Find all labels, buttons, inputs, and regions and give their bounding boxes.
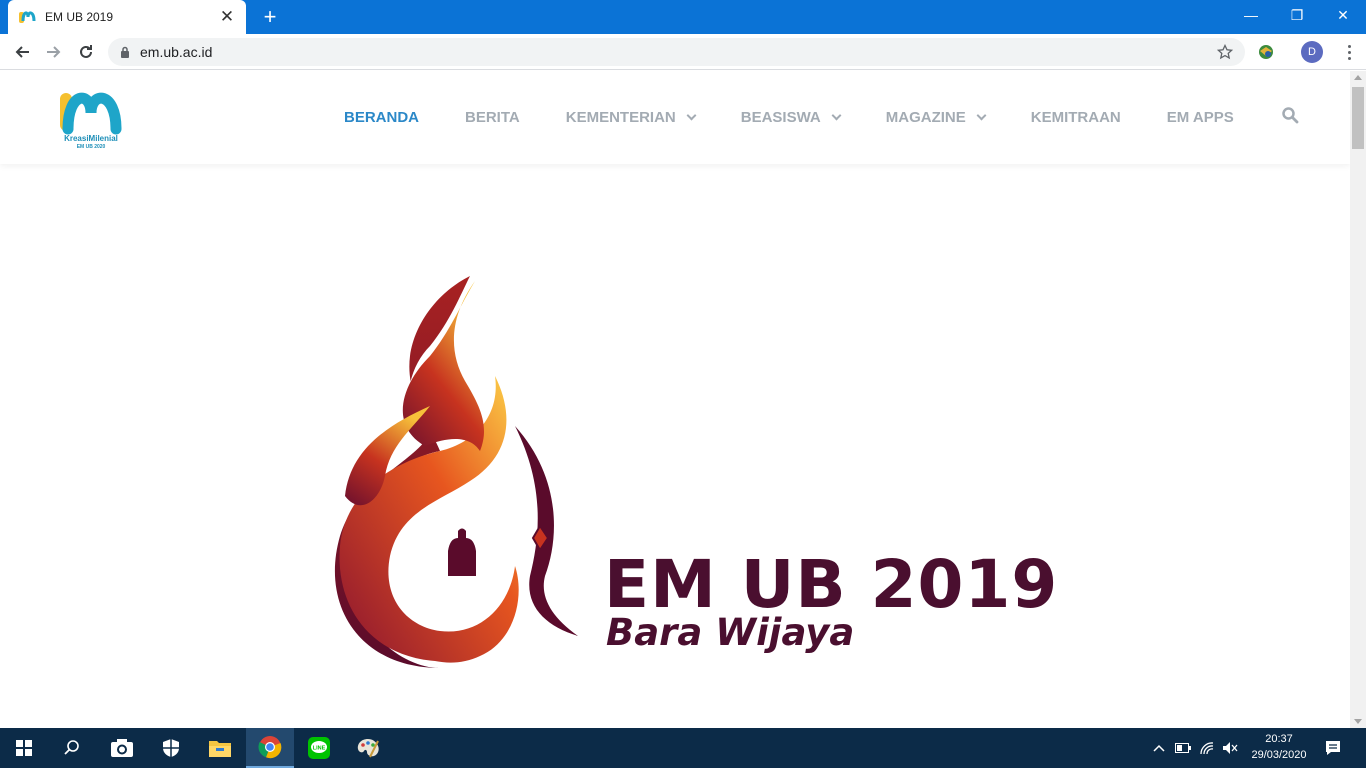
nav-item-em-apps[interactable]: EM APPS: [1167, 109, 1234, 126]
nav-item-kemitraan[interactable]: KEMITRAAN: [1031, 109, 1121, 126]
forward-button[interactable]: [40, 38, 68, 66]
bookmark-star-icon[interactable]: [1217, 44, 1233, 60]
site-logo[interactable]: KreasiMilenial EM UB 2020: [58, 91, 124, 151]
file-explorer-button[interactable]: [196, 728, 244, 768]
close-window-button[interactable]: ✕: [1320, 0, 1366, 30]
chrome-taskbar-button[interactable]: [246, 728, 294, 768]
kreasi-milenial-logo-icon: [60, 92, 122, 135]
profile-avatar[interactable]: D: [1301, 41, 1323, 63]
camera-icon: [111, 739, 133, 757]
nav-item-berita[interactable]: BERITA: [465, 109, 520, 126]
browser-titlebar: EM UB 2019 ✕ + — ❐ ✕: [0, 0, 1366, 34]
paint-app-button[interactable]: [344, 728, 392, 768]
taskbar-clock[interactable]: 20:37 29/03/2020: [1244, 731, 1314, 763]
wifi-icon: [1200, 742, 1214, 755]
new-tab-button[interactable]: +: [256, 3, 284, 31]
folder-icon: [209, 741, 231, 757]
show-hidden-icons-button[interactable]: [1150, 739, 1168, 757]
back-button[interactable]: [8, 38, 36, 66]
browser-menu-icon[interactable]: [1339, 40, 1359, 64]
nav-item-beasiswa[interactable]: BEASISWA: [741, 109, 842, 126]
chevron-up-icon: [1153, 744, 1165, 752]
svg-text:LINE: LINE: [313, 746, 326, 752]
chrome-icon: [258, 736, 282, 759]
browser-tab[interactable]: EM UB 2019 ✕: [8, 0, 246, 34]
notification-icon: [1326, 741, 1340, 755]
address-bar[interactable]: em.ub.ac.id: [108, 38, 1245, 66]
lock-icon: [121, 46, 129, 58]
nav-item-beranda[interactable]: BERANDA: [344, 109, 419, 126]
search-icon: [64, 740, 79, 755]
paint-palette-icon: [357, 739, 379, 758]
chevron-down-icon: [831, 110, 842, 120]
page-scrollbar[interactable]: [1350, 71, 1366, 728]
search-taskbar-button[interactable]: [48, 728, 96, 768]
clock-time: 20:37: [1265, 733, 1293, 745]
chevron-down-icon: [976, 110, 987, 120]
flame-logo-icon: [334, 276, 578, 668]
chevron-down-icon: [686, 110, 697, 120]
site-header: KreasiMilenial EM UB 2020 BERANDA BERITA…: [0, 71, 1350, 164]
reload-button[interactable]: [72, 38, 100, 66]
minimize-button[interactable]: —: [1228, 0, 1274, 30]
camera-app-button[interactable]: [98, 728, 146, 768]
scrollbar-thumb[interactable]: [1352, 87, 1364, 149]
main-navigation: BERANDA BERITA KEMENTERIAN BEASISWA MAGA…: [344, 107, 1280, 127]
scroll-up-icon[interactable]: [1354, 75, 1362, 80]
battery-icon: [1175, 743, 1191, 753]
scroll-down-icon[interactable]: [1354, 719, 1362, 724]
hero-subtitle: Bara Wijaya: [606, 611, 855, 654]
windows-logo-icon: [16, 740, 32, 756]
hero-banner: EM UB 2019 Bara Wijaya: [0, 164, 1350, 728]
restore-button[interactable]: ❐: [1274, 0, 1320, 30]
shield-icon: [163, 739, 179, 757]
url-text: em.ub.ac.id: [140, 44, 213, 60]
search-icon[interactable]: [1281, 106, 1299, 124]
site-favicon-icon: [19, 11, 36, 23]
security-app-button[interactable]: [147, 728, 195, 768]
reload-icon: [80, 45, 92, 58]
tab-close-icon[interactable]: ✕: [218, 7, 236, 27]
logo-text: KreasiMilenial: [64, 134, 118, 143]
web-page: KreasiMilenial EM UB 2020 BERANDA BERITA…: [0, 71, 1350, 728]
back-arrow-icon: [15, 46, 29, 58]
tab-title: EM UB 2019: [45, 10, 114, 24]
logo-subtext: EM UB 2020: [76, 144, 106, 150]
windows-taskbar: LINE 20:37 29/03/2020: [0, 728, 1366, 768]
forward-arrow-icon: [47, 46, 61, 58]
volume-tray-icon[interactable]: [1221, 739, 1239, 757]
line-app-icon: LINE: [308, 737, 330, 759]
network-tray-icon[interactable]: [1198, 739, 1216, 757]
action-center-button[interactable]: [1324, 739, 1342, 757]
browser-toolbar: em.ub.ac.id D: [0, 34, 1366, 70]
line-app-button[interactable]: LINE: [295, 728, 343, 768]
clock-date: 29/03/2020: [1251, 749, 1307, 761]
battery-tray-icon[interactable]: [1174, 739, 1192, 757]
extension-icon[interactable]: [1257, 43, 1275, 61]
nav-item-magazine[interactable]: MAGAZINE: [886, 109, 987, 126]
start-button[interactable]: [0, 728, 48, 768]
volume-muted-icon: [1223, 742, 1238, 754]
nav-item-kementerian[interactable]: KEMENTERIAN: [566, 109, 697, 126]
